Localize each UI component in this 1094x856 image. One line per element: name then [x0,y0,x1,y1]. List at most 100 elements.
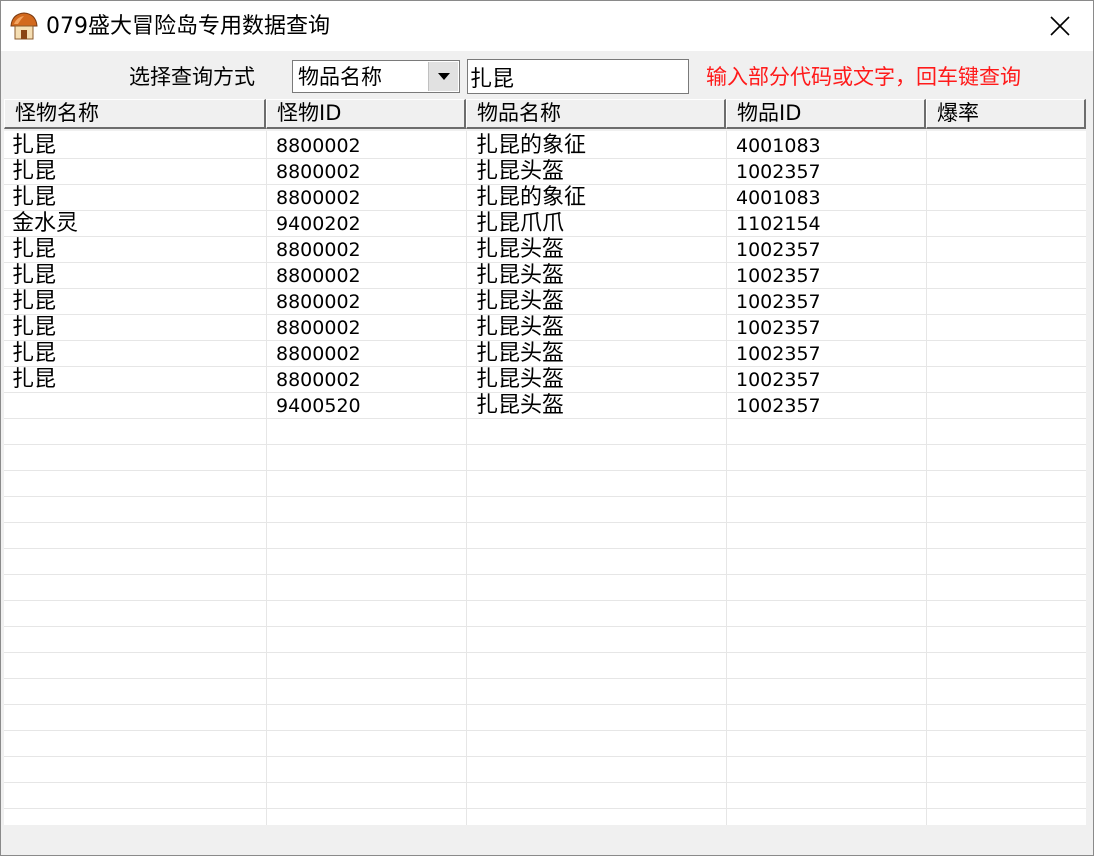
cell-item-id: 1002357 [736,343,821,365]
window-title: 079盛大冒险岛专用数据查询 [46,14,330,39]
cell-item-id: 1102154 [736,213,821,235]
cell-item-id: 4001083 [736,135,821,157]
cell-monster-id: 9400520 [276,395,361,417]
cell-monster-name [12,393,262,419]
table-row[interactable]: 扎昆 8800002 扎昆的象征 4001083 [4,133,1086,159]
table-header: 怪物名称 怪物ID 物品名称 物品ID 爆率 [4,99,1086,131]
cell-monster-name: 扎昆 [12,159,57,184]
column-header-item-id[interactable]: 物品ID [726,99,926,129]
row-divider [4,600,1086,601]
table-row[interactable]: 扎昆 8800002 扎昆头盔 1002357 [4,315,1086,341]
cell-item-id: 1002357 [736,369,821,391]
search-hint: 输入部分代码或文字，回车键查询 [706,65,1021,89]
cell-item-id: 1002357 [736,239,821,261]
row-divider [4,522,1086,523]
cell-item-name: 扎昆头盔 [476,341,565,366]
cell-monster-name: 扎昆 [12,237,57,262]
search-input[interactable] [467,59,689,94]
cell-item-name: 扎昆的象征 [476,185,587,210]
dropdown-button[interactable] [428,62,458,91]
cell-monster-id: 8800002 [276,135,361,157]
cell-item-id: 4001083 [736,187,821,209]
cell-drop-rate [936,367,1084,393]
row-divider [4,626,1086,627]
cell-monster-id: 8800002 [276,317,361,339]
query-toolbar: 选择查询方式 物品名称 输入部分代码或文字，回车键查询 [1,51,1093,99]
cell-drop-rate [936,341,1084,367]
cell-monster-id: 8800002 [276,239,361,261]
mushroom-house-icon [10,12,38,40]
row-divider [4,730,1086,731]
cell-monster-name: 扎昆 [12,315,57,340]
row-divider [4,678,1086,679]
cell-drop-rate [936,237,1084,263]
row-divider [4,548,1086,549]
table-row[interactable]: 金水灵 9400202 扎昆爪爪 1102154 [4,211,1086,237]
row-divider [4,574,1086,575]
cell-monster-id: 8800002 [276,161,361,183]
query-method-label: 选择查询方式 [129,65,255,89]
title-bar[interactable]: 079盛大冒险岛专用数据查询 [1,1,1093,51]
results-table[interactable]: 怪物名称 怪物ID 物品名称 物品ID 爆率 扎昆 8800002 扎昆的象征 400… [4,99,1086,825]
cell-item-name: 扎昆头盔 [476,263,565,288]
cell-item-id: 1002357 [736,161,821,183]
cell-drop-rate [936,263,1084,289]
cell-monster-name: 扎昆 [12,289,57,314]
row-divider [4,470,1086,471]
cell-item-name: 扎昆头盔 [476,315,565,340]
table-row[interactable]: 扎昆 8800002 扎昆的象征 4001083 [4,185,1086,211]
cell-monster-id: 9400202 [276,213,361,235]
column-header-monster-name[interactable]: 怪物名称 [4,99,266,129]
cell-monster-name: 扎昆 [12,263,57,288]
cell-drop-rate [936,289,1084,315]
row-divider [4,496,1086,497]
table-row[interactable]: 扎昆 8800002 扎昆头盔 1002357 [4,159,1086,185]
cell-item-name: 扎昆头盔 [476,367,565,392]
cell-monster-id: 8800002 [276,187,361,209]
main-window: 079盛大冒险岛专用数据查询 选择查询方式 物品名称 输入部分代码或文字，回车键… [0,0,1094,856]
cell-item-name: 扎昆头盔 [476,159,565,184]
cell-item-id: 1002357 [736,395,821,417]
column-header-item-name[interactable]: 物品名称 [466,99,726,129]
table-row[interactable]: 扎昆 8800002 扎昆头盔 1002357 [4,263,1086,289]
cell-item-id: 1002357 [736,265,821,287]
row-divider [4,444,1086,445]
cell-item-name: 扎昆头盔 [476,237,565,262]
cell-monster-name: 扎昆 [12,133,57,158]
cell-monster-name: 金水灵 [12,211,79,236]
cell-item-name: 扎昆的象征 [476,133,587,158]
cell-monster-id: 8800002 [276,265,361,287]
cell-item-id: 1002357 [736,317,821,339]
row-divider [4,756,1086,757]
row-divider [4,782,1086,783]
query-method-value: 物品名称 [298,65,382,89]
cell-drop-rate [936,393,1084,419]
row-divider [4,652,1086,653]
cell-monster-id: 8800002 [276,369,361,391]
table-row[interactable]: 扎昆 8800002 扎昆头盔 1002357 [4,237,1086,263]
chevron-down-icon [437,72,450,80]
table-row[interactable]: 扎昆 8800002 扎昆头盔 1002357 [4,341,1086,367]
query-method-select[interactable]: 物品名称 [292,60,460,93]
cell-item-name: 扎昆爪爪 [476,211,565,236]
cell-drop-rate [936,315,1084,341]
table-row[interactable]: 9400520 扎昆头盔 1002357 [4,393,1086,419]
cell-monster-name: 扎昆 [12,341,57,366]
cell-item-id: 1002357 [736,291,821,313]
cell-drop-rate [936,211,1084,237]
close-icon [1050,16,1070,36]
table-row[interactable]: 扎昆 8800002 扎昆头盔 1002357 [4,289,1086,315]
cell-monster-id: 8800002 [276,343,361,365]
row-divider [4,808,1086,809]
cell-monster-name: 扎昆 [12,185,57,210]
cell-drop-rate [936,185,1084,211]
cell-monster-id: 8800002 [276,291,361,313]
close-button[interactable] [1037,1,1083,51]
cell-drop-rate [936,159,1084,185]
status-bar [1,827,1093,855]
cell-item-name: 扎昆头盔 [476,289,565,314]
column-header-drop-rate[interactable]: 爆率 [926,99,1086,129]
column-header-monster-id[interactable]: 怪物ID [266,99,466,129]
table-row[interactable]: 扎昆 8800002 扎昆头盔 1002357 [4,367,1086,393]
row-divider [4,704,1086,705]
